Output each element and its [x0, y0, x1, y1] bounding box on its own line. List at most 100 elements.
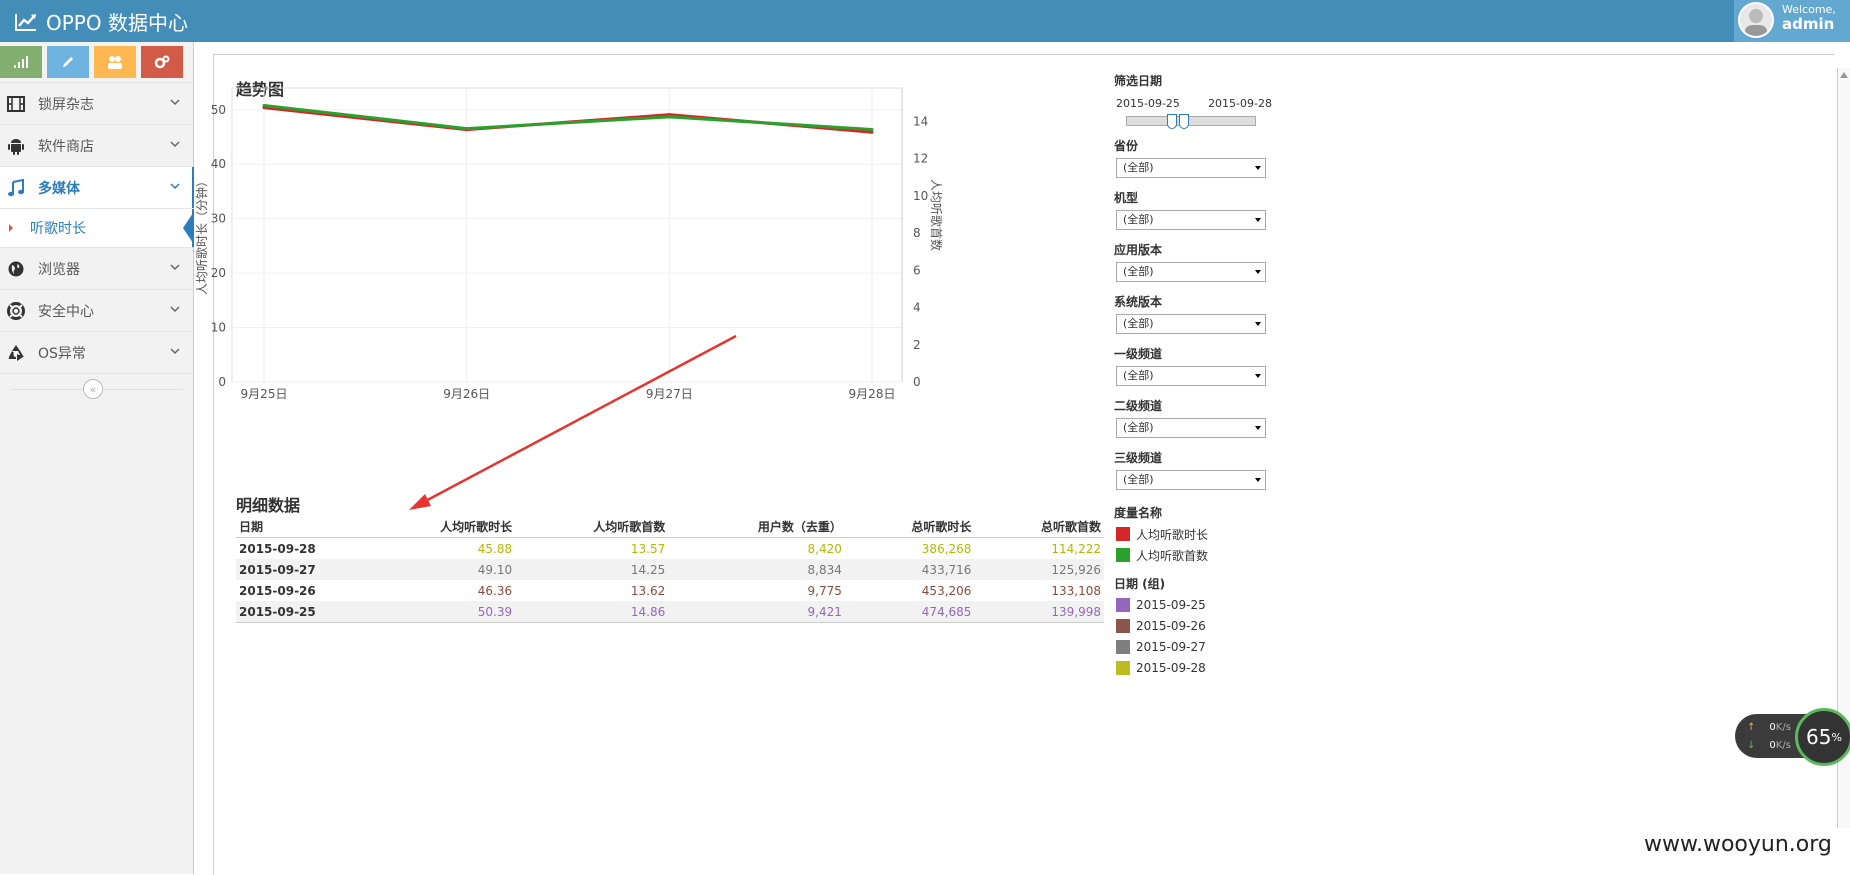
select-value: (全部)	[1123, 213, 1154, 226]
date-legend-item[interactable]: 2015-09-25	[1114, 597, 1274, 613]
android-icon	[6, 136, 26, 156]
value-cell: 13.57	[630, 541, 666, 556]
user-menu[interactable]: Welcome, admin	[1734, 0, 1850, 42]
chevron-down-icon	[170, 183, 180, 190]
filter-select[interactable]: (全部)	[1116, 470, 1266, 490]
slider-handle-end[interactable]	[1179, 114, 1189, 129]
sidebar-item-label: OS异常	[38, 345, 86, 362]
table-row[interactable]: 2015-09-28 45.88 13.57 8,420 386,268 114,222	[236, 538, 1104, 560]
y-tick-label: 0	[218, 375, 226, 389]
filter-select[interactable]: (全部)	[1116, 262, 1266, 282]
y2-tick-label: 0	[913, 375, 921, 389]
memory-usage-gauge[interactable]: 65%	[1795, 708, 1850, 766]
lifebuoy-icon	[6, 301, 26, 321]
date-range-slider[interactable]	[1126, 114, 1256, 129]
filter-label: 应用版本	[1114, 243, 1163, 257]
date-to: 2015-09-28	[1208, 97, 1272, 110]
date-legend-item[interactable]: 2015-09-28	[1114, 660, 1274, 676]
legend-swatch	[1116, 640, 1130, 654]
value-cell: 433,716	[844, 559, 975, 580]
y2-tick-label: 4	[913, 301, 921, 315]
sidebar-item-label: 安全中心	[38, 303, 94, 320]
sidebar-item-os-errors[interactable]: OS异常	[0, 331, 193, 373]
filter-select[interactable]: (全部)	[1116, 418, 1266, 438]
date-from: 2015-09-25	[1116, 97, 1180, 110]
brand-link[interactable]: OPPO 数据中心	[14, 7, 188, 36]
chevron-down-icon	[170, 348, 180, 355]
table-row[interactable]: 2015-09-25 50.39 14.86 9,421 474,685 139,998	[236, 601, 1104, 623]
slider-handle-start[interactable]	[1167, 114, 1177, 129]
sidebar-item-label: 软件商店	[38, 138, 94, 155]
column-header[interactable]: 总听歌时长	[844, 516, 975, 538]
measure-legend-item[interactable]: 人均听歌时长	[1114, 526, 1274, 542]
username: admin	[1782, 15, 1835, 33]
shortcut-users-button[interactable]	[94, 46, 136, 78]
chevron-down-icon	[170, 99, 180, 106]
y2-tick-label: 12	[913, 152, 928, 166]
y2-tick-label: 10	[913, 189, 928, 203]
filter-select[interactable]: (全部)	[1116, 158, 1266, 178]
group-icon	[108, 56, 122, 69]
table-row[interactable]: 2015-09-26 46.36 13.62 9,775 453,206 133,108	[236, 580, 1104, 601]
legend-swatch	[1116, 548, 1130, 562]
caret-right-icon	[9, 224, 13, 232]
date-legend-item[interactable]: 2015-09-26	[1114, 618, 1274, 634]
x-tick-label: 9月25日	[241, 387, 288, 401]
value-cell: 474,685	[844, 601, 975, 623]
measure-legend-item[interactable]: 人均听歌首数	[1114, 547, 1274, 563]
sidebar-item-multimedia[interactable]: 多媒体	[0, 166, 194, 208]
shortcut-settings-button[interactable]	[141, 46, 183, 78]
data-point	[870, 130, 874, 134]
y-tick-label: 30	[211, 212, 226, 226]
filter-select[interactable]: (全部)	[1116, 210, 1266, 230]
date-cell: 2015-09-28	[239, 541, 316, 556]
date-legend-item[interactable]: 2015-09-27	[1114, 639, 1274, 655]
shortcut-stats-button[interactable]	[0, 46, 42, 78]
value-cell: 139,998	[974, 601, 1104, 623]
double-chevron-left-icon: «	[89, 382, 97, 396]
sidebar-subitem-listening-time[interactable]: 听歌时长	[0, 208, 194, 247]
column-header[interactable]: 人均听歌首数	[515, 516, 669, 538]
upload-arrow-icon: ↑	[1747, 722, 1756, 733]
y2-tick-label: 8	[913, 226, 921, 240]
column-header[interactable]: 总听歌首数	[974, 516, 1104, 538]
date-cell: 2015-09-26	[239, 583, 316, 598]
date-cell: 2015-09-27	[236, 559, 362, 580]
filter-select[interactable]: (全部)	[1116, 366, 1266, 386]
sidebar-subitem-label: 听歌时长	[30, 221, 86, 237]
shortcut-edit-button[interactable]	[47, 46, 89, 78]
filter-panel: 筛选日期 2015-09-25 2015-09-28 省份 (全部) 机型 (全部) 应…	[1114, 72, 1274, 676]
trend-chart[interactable]: 0 10 20 30 40 50 0 2 4 6 8 10 12 14 9月25日 9月26日 9月27日 9月2…	[194, 87, 1112, 510]
sidebar-item-label: 浏览器	[38, 261, 80, 278]
film-icon	[6, 94, 26, 114]
table-header-row: 日期 人均听歌时长 人均听歌首数 用户数（去重） 总听歌时长 总听歌首数	[236, 516, 1104, 538]
column-header[interactable]: 人均听歌时长	[362, 516, 516, 538]
sidebar-item-appstore[interactable]: 软件商店	[0, 124, 193, 166]
sidebar-item-browser[interactable]: 浏览器	[0, 247, 193, 289]
detail-table: 日期 人均听歌时长 人均听歌首数 用户数（去重） 总听歌时长 总听歌首数 201…	[236, 516, 1104, 623]
legend-swatch	[1116, 619, 1130, 633]
legend-label: 2015-09-26	[1136, 619, 1206, 633]
y-axis-title: 人均听歌时长（分钟）	[194, 175, 209, 295]
column-header[interactable]: 用户数（去重）	[668, 516, 845, 538]
brand-title: OPPO 数据中心	[46, 11, 188, 35]
y2-tick-label: 14	[913, 114, 928, 128]
x-tick-label: 9月28日	[849, 387, 896, 401]
value-cell: 8,420	[807, 541, 842, 556]
filter-label: 省份	[1114, 139, 1139, 153]
dropdown-arrow-icon	[1255, 270, 1261, 274]
upload-unit: K/s	[1775, 722, 1791, 733]
y2-tick-label: 6	[913, 263, 921, 277]
collapse-sidebar-button[interactable]: «	[83, 379, 103, 399]
table-row[interactable]: 2015-09-27 49.10 14.25 8,834 433,716 125,926	[236, 559, 1104, 580]
column-header[interactable]: 日期	[236, 516, 362, 538]
sidebar-item-lockscreen[interactable]: 锁屏杂志	[0, 82, 193, 124]
legend-swatch	[1116, 598, 1130, 612]
sidebar-item-label: 锁屏杂志	[38, 96, 94, 113]
filter-select[interactable]: (全部)	[1116, 314, 1266, 334]
sidebar-item-security[interactable]: 安全中心	[0, 289, 193, 331]
y-tick-label: 10	[211, 321, 226, 335]
data-point	[465, 127, 469, 131]
select-value: (全部)	[1123, 317, 1154, 330]
measure-legend-title: 度量名称	[1114, 506, 1163, 520]
